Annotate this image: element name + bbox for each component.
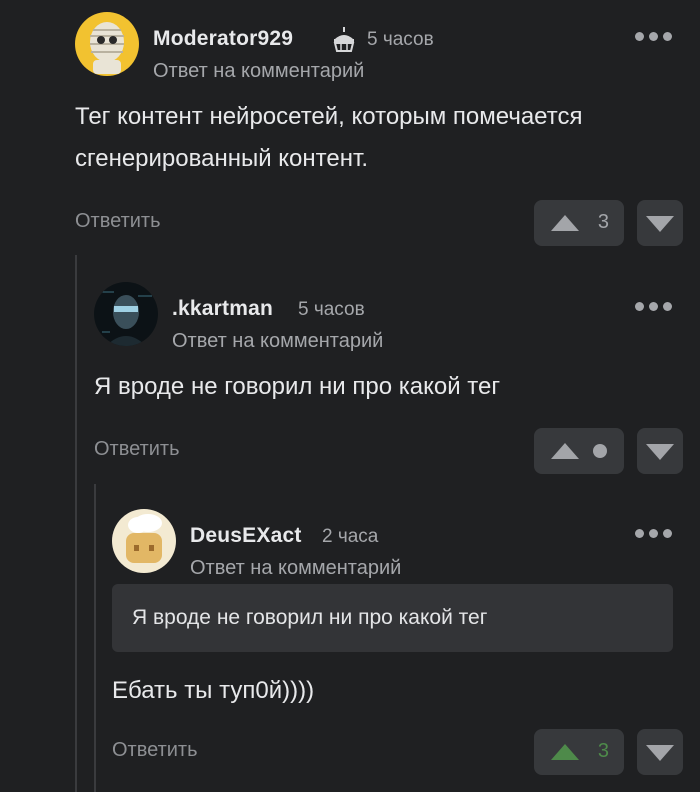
comment-moderator929: Moderator929 5 часов Ответ на комментари…: [75, 12, 700, 246]
more-options-icon[interactable]: [635, 529, 672, 538]
comment-time: 2 часа: [322, 526, 379, 547]
score: 3: [597, 740, 609, 762]
comment-actions: Ответить 3: [75, 200, 700, 246]
upvote-arrow-icon: [551, 744, 579, 760]
username[interactable]: Moderator929: [153, 27, 293, 51]
downvote-arrow-icon: [646, 216, 674, 232]
comment-deusexact: DeusEXact 2 часа Ответ на комментарий Я …: [112, 509, 700, 775]
reply-to-link[interactable]: Ответ на комментарий: [190, 557, 401, 580]
cake-icon: [331, 26, 357, 52]
upvote-arrow-icon: [551, 215, 579, 231]
downvote-button[interactable]: [637, 200, 683, 246]
upvote-button[interactable]: [534, 428, 624, 474]
avatar[interactable]: [94, 282, 158, 346]
comment-kkartman: .kkartman 5 часов Ответ на комментарий Я…: [94, 282, 700, 474]
avatar[interactable]: [75, 12, 139, 76]
downvote-button[interactable]: [637, 428, 683, 474]
comment-actions: Ответить: [94, 428, 700, 474]
quoted-text: Я вроде не говорил ни про какой тег: [112, 584, 673, 652]
comment-time: 5 часов: [367, 29, 434, 50]
downvote-button[interactable]: [637, 729, 683, 775]
upvote-button[interactable]: 3: [534, 200, 624, 246]
downvote-arrow-icon: [646, 745, 674, 761]
reply-button[interactable]: Ответить: [94, 438, 180, 461]
comment-time: 5 часов: [298, 299, 365, 320]
comment-text: Тег контент нейросетей, которым помечает…: [75, 103, 583, 172]
comment-header: .kkartman 5 часов Ответ на комментарий: [94, 282, 700, 354]
score: 3: [597, 211, 609, 233]
upvote-arrow-icon: [551, 443, 579, 459]
avatar[interactable]: [112, 509, 176, 573]
comment-header: Moderator929 5 часов Ответ на комментари…: [75, 12, 700, 84]
thread-line-level-2: [94, 484, 96, 792]
reply-button[interactable]: Ответить: [75, 210, 161, 233]
comment-text: Ебать ты туп0й)))): [112, 677, 315, 704]
comment-actions: Ответить 3: [112, 729, 700, 775]
username[interactable]: DeusEXact: [190, 524, 302, 548]
score-hidden-dot: [593, 444, 607, 458]
more-options-icon[interactable]: [635, 302, 672, 311]
downvote-arrow-icon: [646, 444, 674, 460]
reply-to-link[interactable]: Ответ на комментарий: [172, 330, 383, 353]
upvote-button[interactable]: 3: [534, 729, 624, 775]
comment-text: Я вроде не говорил ни про какой тег: [94, 373, 501, 400]
username[interactable]: .kkartman: [172, 297, 273, 321]
thread-line-level-1: [75, 255, 77, 792]
reply-to-link[interactable]: Ответ на комментарий: [153, 60, 364, 83]
more-options-icon[interactable]: [635, 32, 672, 41]
reply-button[interactable]: Ответить: [112, 739, 198, 762]
comment-header: DeusEXact 2 часа Ответ на комментарий: [112, 509, 700, 581]
